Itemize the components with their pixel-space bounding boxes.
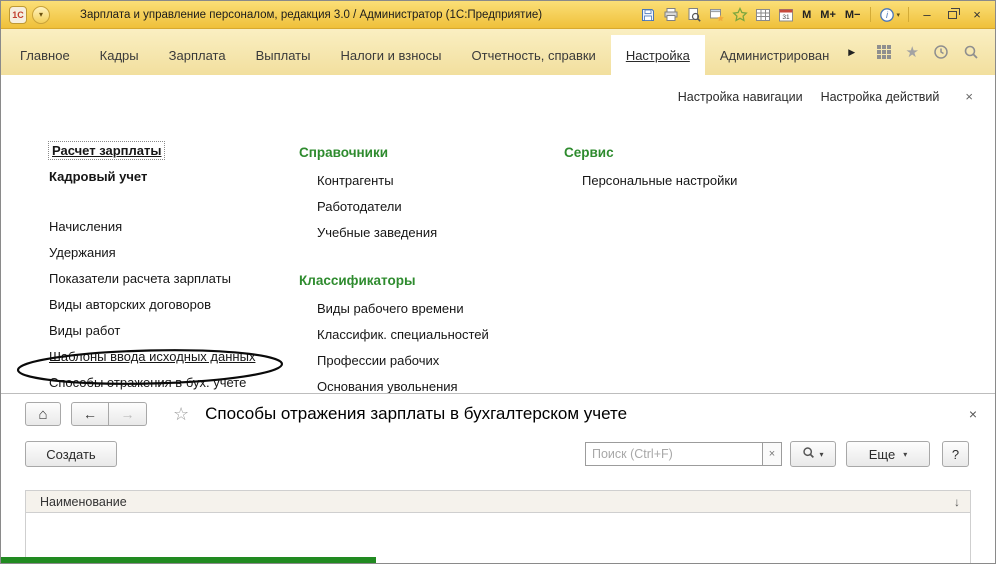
form-header: ⌂ ← → ☆ Способы отражения зарплаты в бух… <box>1 394 995 434</box>
main-menu-button[interactable]: ▾ <box>32 6 50 24</box>
forward-button[interactable]: → <box>109 402 147 426</box>
column-header-naimenovanie[interactable]: Наименование <box>40 495 127 509</box>
command-bar: Создать × ▾ Еще ▾ ? <box>1 438 995 472</box>
form-title: Способы отражения зарплаты в бухгалтерск… <box>205 404 627 424</box>
tab-zarplata[interactable]: Зарплата <box>154 35 241 75</box>
section-link-kadrovyy-uchet[interactable]: Кадровый учет <box>49 169 147 184</box>
search-clear-button[interactable]: × <box>763 442 782 466</box>
section-tab-bar: Главное Кадры Зарплата Выплаты Налоги и … <box>1 29 995 75</box>
separator <box>908 7 909 22</box>
info-icon: i <box>879 7 895 23</box>
list-table: Наименование ↓ <box>25 490 971 563</box>
nav-link-nachisleniya[interactable]: Начисления <box>49 219 122 234</box>
bottom-green-bar <box>1 557 376 564</box>
nav-link-kontragenty[interactable]: Контрагенты <box>317 173 394 188</box>
search-cluster: × ▾ Еще ▾ ? <box>585 441 969 467</box>
minimize-button[interactable]: – <box>917 6 937 24</box>
nav-column-sections: Расчет зарплаты Кадровый учет Начисления… <box>49 137 299 395</box>
form-close-button[interactable]: × <box>969 406 977 422</box>
history-nav-group: ← → <box>71 402 147 426</box>
nav-link-pokazateli[interactable]: Показатели расчета зарплаты <box>49 271 231 286</box>
sort-descending-icon[interactable]: ↓ <box>954 495 960 509</box>
add-favorite-star-icon[interactable] <box>731 6 749 24</box>
maximize-button[interactable] <box>942 6 962 24</box>
calendar-day-label: 31 <box>783 14 791 21</box>
group-header-servis: Сервис <box>564 145 614 160</box>
nav-link-vidy-rabot[interactable]: Виды работ <box>49 323 120 338</box>
nav-link-uchebnye-zavedeniya[interactable]: Учебные заведения <box>317 225 437 240</box>
app-logo-icon: 1С <box>9 6 27 24</box>
tab-vyplaty[interactable]: Выплаты <box>241 35 326 75</box>
nav-column-service: Сервис Персональные настройки <box>564 137 814 193</box>
nav-link-osnovaniya-uvolneniya[interactable]: Основания увольнения <box>317 379 458 394</box>
calendar-icon[interactable]: 31 <box>777 6 795 24</box>
panel-tools: ★ <box>876 43 995 61</box>
settings-navigation-panel: Настройка навигации Настройка действий ×… <box>1 75 995 393</box>
chevron-down-icon: ▾ <box>896 11 900 19</box>
nav-link-uderzhaniya[interactable]: Удержания <box>49 245 116 260</box>
save-icon[interactable] <box>639 6 657 24</box>
search-icon[interactable] <box>963 44 979 60</box>
tab-glavnoe[interactable]: Главное <box>5 35 85 75</box>
nav-link-professii-rabochikh[interactable]: Профессии рабочих <box>317 353 439 368</box>
tab-administrirovanie[interactable]: Администрирован <box>705 35 844 75</box>
table-body[interactable] <box>26 513 970 563</box>
search-icon <box>802 446 815 462</box>
back-button[interactable]: ← <box>71 402 109 426</box>
home-button[interactable]: ⌂ <box>25 402 61 426</box>
help-button[interactable]: ? <box>942 441 969 467</box>
calculator-m-plus-button[interactable]: M+ <box>818 6 838 24</box>
favorites-star-icon[interactable]: ★ <box>906 43 919 61</box>
print-icon[interactable] <box>662 6 680 24</box>
calculator-m-button[interactable]: M <box>800 6 813 24</box>
app-window: 1С ▾ Зарплата и управление персоналом, р… <box>0 0 996 564</box>
more-button[interactable]: Еще ▾ <box>846 441 930 467</box>
restore-icon <box>948 11 957 19</box>
nav-link-klassifik-spetsialnostey[interactable]: Классифик. специальностей <box>317 327 489 342</box>
tab-nalogi-i-vznosy[interactable]: Налоги и взносы <box>325 35 456 75</box>
create-button[interactable]: Создать <box>25 441 117 467</box>
titlebar: 1С ▾ Зарплата и управление персоналом, р… <box>1 1 995 29</box>
window-title: Зарплата и управление персоналом, редакц… <box>80 9 542 21</box>
calculator-m-minus-button[interactable]: M− <box>843 6 863 24</box>
print-preview-icon[interactable] <box>685 6 703 24</box>
search-options-button[interactable]: ▾ <box>790 441 836 467</box>
actions-settings-link[interactable]: Настройка действий <box>821 90 940 104</box>
nav-link-shablony-vvoda[interactable]: Шаблоны ввода исходных данных <box>49 349 255 364</box>
service-functions-grid-icon[interactable] <box>876 44 892 60</box>
close-button[interactable]: × <box>967 6 987 24</box>
navigation-settings-link[interactable]: Настройка навигации <box>678 90 803 104</box>
titlebar-toolbar: 31 M M+ M− i ▾ – × <box>639 6 987 24</box>
list-form-window: ⌂ ← → ☆ Способы отражения зарплаты в бух… <box>1 393 995 563</box>
tab-otchetnost-spravki[interactable]: Отчетность, справки <box>457 35 611 75</box>
tabs-overflow-icon[interactable]: ▶ <box>848 47 855 58</box>
chevron-down-icon: ▾ <box>819 450 823 459</box>
nav-link-vidy-rabochego-vremeni[interactable]: Виды рабочего времени <box>317 301 464 316</box>
group-header-spravochniki: Справочники <box>299 145 388 160</box>
history-icon[interactable] <box>933 44 949 60</box>
nav-link-sposoby-otrazheniya[interactable]: Способы отражения в бух. учете <box>49 375 246 390</box>
show-table-icon[interactable] <box>754 6 772 24</box>
nav-link-personalnye-nastroyki[interactable]: Персональные настройки <box>582 173 737 188</box>
search-input[interactable] <box>585 442 763 466</box>
tab-kadry[interactable]: Кадры <box>85 35 154 75</box>
more-button-label: Еще <box>869 447 895 462</box>
separator <box>870 7 871 22</box>
panel-close-button[interactable]: × <box>965 89 973 104</box>
nav-link-avtorskie-dogovory[interactable]: Виды авторских договоров <box>49 297 211 312</box>
panel-top-links: Настройка навигации Настройка действий × <box>678 89 973 104</box>
favorites-window-icon[interactable] <box>708 6 726 24</box>
info-menu-button[interactable]: i ▾ <box>879 7 900 23</box>
tab-nastroyka[interactable]: Настройка <box>611 35 705 75</box>
group-header-klassifikatory: Классификаторы <box>299 273 415 288</box>
section-link-raschet-zarplaty[interactable]: Расчет зарплаты <box>49 142 164 159</box>
chevron-down-icon: ▾ <box>903 450 907 459</box>
add-to-favorites-star-icon[interactable]: ☆ <box>173 405 189 423</box>
table-header-row: Наименование ↓ <box>26 491 970 513</box>
nav-column-references: Справочники Контрагенты Работодатели Уче… <box>299 137 554 399</box>
nav-link-rabotodateli[interactable]: Работодатели <box>317 199 402 214</box>
